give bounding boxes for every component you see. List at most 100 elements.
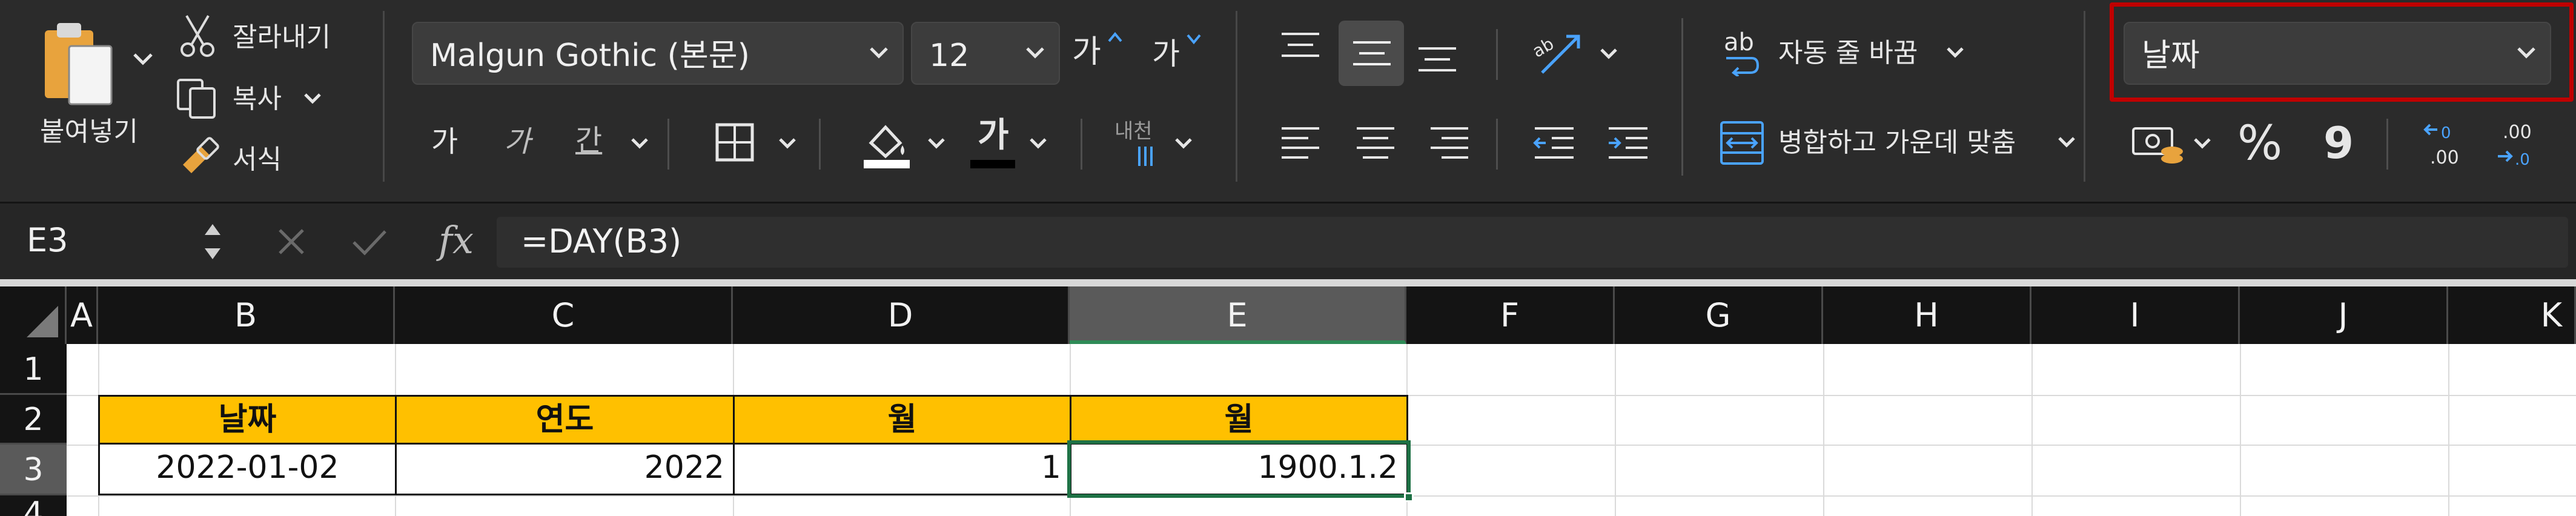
row-header-4[interactable]: 4 [0, 495, 67, 516]
group-divider [2084, 11, 2085, 182]
svg-text:.00: .00 [2430, 147, 2459, 168]
orientation-dropdown-chevron-icon[interactable] [1599, 47, 1618, 61]
cell-e2[interactable]: 월 [1070, 395, 1408, 445]
copy-icon[interactable] [176, 78, 218, 120]
divider [2386, 119, 2388, 170]
column-header-c[interactable]: C [395, 286, 733, 344]
gridline [2031, 344, 2033, 516]
row-header-2[interactable]: 2 [0, 395, 67, 445]
cell-e3[interactable]: 1900.1.2 [1070, 443, 1408, 495]
gridline [1615, 344, 1616, 516]
format-painter-label[interactable]: 서식 [233, 147, 282, 173]
wrap-arrow-icon [1726, 57, 1760, 76]
align-top-icon[interactable] [1279, 30, 1322, 61]
increase-font-size-button[interactable]: 가 [1072, 36, 1101, 68]
row-header-1[interactable]: 1 [0, 344, 67, 395]
align-right-icon[interactable] [1428, 125, 1471, 161]
column-header-h[interactable]: H [1823, 286, 2031, 344]
paste-dropdown-chevron-icon[interactable] [132, 52, 154, 67]
borders-icon[interactable] [715, 122, 755, 162]
phonetic-guide-button[interactable]: 내천 [1114, 121, 1153, 142]
percent-style-button[interactable]: % [2237, 120, 2282, 167]
row-header-3[interactable]: 3 [0, 445, 67, 495]
column-header-g[interactable]: G [1615, 286, 1823, 344]
formula-input[interactable]: =DAY(B3) [497, 217, 2568, 268]
bold-button[interactable]: 가 [431, 127, 458, 156]
decrease-indent-icon[interactable] [1532, 125, 1576, 161]
decrease-decimal-icon[interactable]: .00 .0 [2495, 120, 2544, 170]
increase-indent-icon[interactable] [1606, 125, 1650, 161]
font-color-dropdown-chevron-icon[interactable] [1028, 137, 1048, 150]
accounting-format-icon[interactable] [2131, 125, 2185, 167]
cell-c3[interactable]: 2022 [395, 443, 735, 495]
align-middle-icon [1353, 41, 1391, 65]
font-family-select[interactable]: Malgun Gothic (본문) [412, 22, 904, 85]
underline-dropdown-chevron-icon[interactable] [630, 137, 649, 150]
column-header-d[interactable]: D [733, 286, 1070, 344]
fill-color-icon[interactable] [863, 119, 911, 168]
enter-check-icon[interactable] [350, 225, 389, 258]
phonetic-dropdown-chevron-icon[interactable] [1174, 137, 1193, 150]
decrease-font-size-button[interactable]: 가 [1152, 39, 1180, 69]
font-size-value: 12 [929, 38, 970, 74]
align-middle-button[interactable] [1339, 21, 1404, 86]
name-box-value: E3 [27, 221, 68, 259]
column-header-a[interactable]: A [67, 286, 98, 344]
font-color-button[interactable]: 가 [978, 119, 1009, 153]
cell-b3[interactable]: 2022-01-02 [98, 443, 397, 495]
column-header-f[interactable]: F [1406, 286, 1615, 344]
cut-label[interactable]: 잘라내기 [233, 24, 331, 51]
format-painter-icon[interactable] [177, 137, 219, 179]
group-divider [1236, 11, 1237, 182]
column-header-e[interactable]: E [1070, 286, 1406, 344]
fill-color-dropdown-chevron-icon[interactable] [927, 137, 946, 150]
cell-d2[interactable]: 월 [733, 395, 1071, 445]
insert-function-button[interactable]: fx [439, 222, 474, 259]
increase-decimal-icon[interactable]: 0 .00 [2423, 120, 2471, 170]
caret-down-icon [1187, 34, 1201, 45]
cell-b2[interactable]: 날짜 [98, 395, 397, 445]
align-center-icon[interactable] [1354, 125, 1397, 161]
column-header-j[interactable]: J [2240, 286, 2448, 344]
column-header-i[interactable]: I [2031, 286, 2240, 344]
divider [819, 119, 821, 170]
align-left-icon[interactable] [1279, 125, 1322, 161]
paste-icon[interactable] [42, 22, 115, 107]
scissors-icon[interactable] [179, 15, 216, 58]
select-all-button[interactable] [0, 286, 67, 344]
ribbon: 붙여넣기 잘라내기 복사 서식 Malgun Gothic (본문) 12 가 … [0, 0, 2576, 202]
cancel-icon[interactable] [275, 225, 308, 258]
align-bottom-icon[interactable] [1416, 45, 1459, 75]
accounting-dropdown-chevron-icon[interactable] [2193, 137, 2212, 150]
phonetic-guide-icon [1138, 147, 1153, 166]
svg-text:.0: .0 [2515, 151, 2530, 169]
cell-d3[interactable]: 1 [733, 443, 1071, 495]
number-format-highlight [2110, 2, 2574, 102]
underline-button[interactable]: 간 [575, 126, 602, 155]
wrap-text-icon[interactable]: ab [1724, 30, 1754, 55]
italic-button[interactable]: 가 [504, 127, 531, 156]
paste-label[interactable]: 붙여넣기 [40, 119, 138, 145]
worksheet-grid[interactable]: A B C D E F G H I J K 1 2 3 4 날짜 연도 월 월 … [0, 279, 2576, 516]
wrap-text-label[interactable]: 자동 줄 바꿈 [1778, 40, 1918, 67]
merge-center-label[interactable]: 병합하고 가운데 맞춤 [1778, 130, 2016, 156]
copy-dropdown-chevron-icon[interactable] [303, 92, 322, 105]
gridline [2448, 344, 2449, 516]
column-header-k[interactable]: K [2448, 286, 2576, 344]
wrap-text-dropdown-chevron-icon[interactable] [1945, 46, 1965, 59]
borders-dropdown-chevron-icon[interactable] [778, 137, 797, 150]
merge-center-dropdown-chevron-icon[interactable] [2057, 136, 2076, 149]
gridline [2240, 344, 2241, 516]
comma-style-button[interactable]: 9 [2323, 121, 2354, 165]
orientation-icon[interactable]: ab [1530, 24, 1584, 79]
fill-handle[interactable] [1404, 492, 1414, 502]
name-box[interactable]: E3 [0, 203, 248, 279]
merge-center-icon[interactable] [1719, 120, 1765, 166]
copy-label[interactable]: 복사 [233, 86, 282, 113]
cell-c2[interactable]: 연도 [395, 395, 735, 445]
column-header-b[interactable]: B [98, 286, 395, 344]
font-size-select[interactable]: 12 [911, 22, 1060, 85]
gridline [67, 495, 2576, 497]
divider [1681, 18, 1683, 176]
name-box-stepper-icon[interactable] [202, 218, 223, 265]
